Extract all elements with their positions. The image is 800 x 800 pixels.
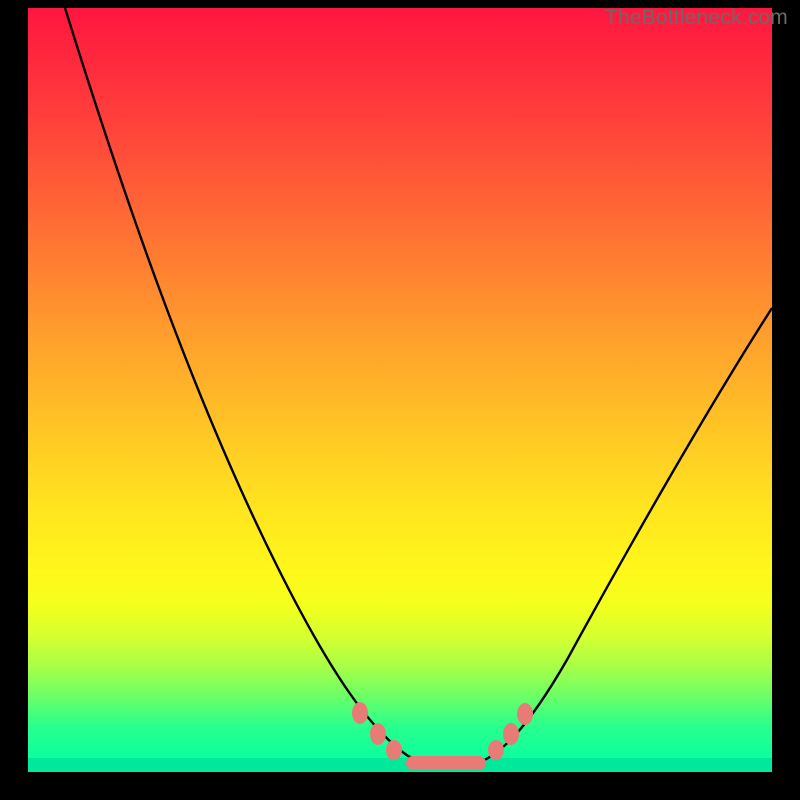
marker-dot <box>352 702 368 724</box>
marker-bar <box>406 756 486 770</box>
marker-dot <box>386 740 402 760</box>
marker-dot <box>488 740 504 760</box>
chart-svg <box>28 8 772 772</box>
marker-dot <box>517 703 533 725</box>
chart-plot-area <box>28 8 772 772</box>
watermark-text: TheBottleneck.com <box>605 6 788 30</box>
bottleneck-curve-path <box>65 8 772 767</box>
marker-group <box>352 702 533 770</box>
marker-dot <box>370 723 386 745</box>
marker-dot <box>503 723 519 745</box>
